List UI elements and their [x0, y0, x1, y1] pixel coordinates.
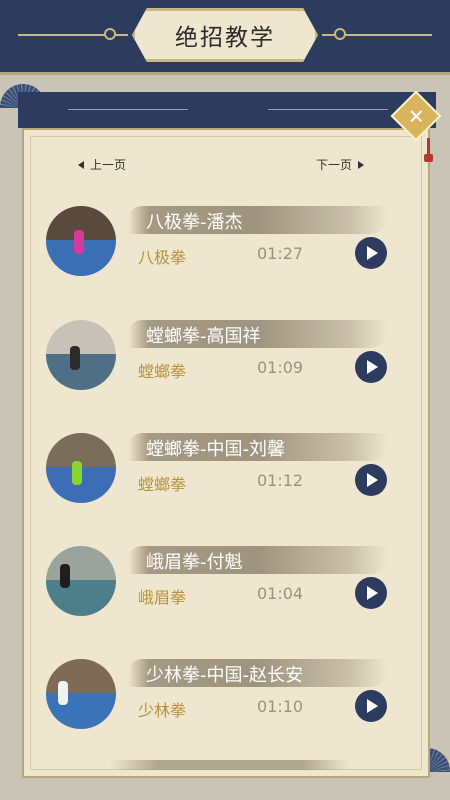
page-title: 绝招教学 — [175, 25, 275, 51]
video-category: 八极拳 — [138, 248, 187, 267]
title-plaque: 绝招教学 — [132, 8, 318, 62]
athlete-figure — [74, 230, 84, 254]
video-duration: 01:12 — [257, 471, 304, 490]
video-title: 螳螂拳-高国祥 — [146, 326, 261, 347]
video-thumbnail[interactable] — [46, 659, 116, 729]
video-thumbnail[interactable] — [46, 546, 116, 616]
prev-page-button[interactable]: 上一页 — [78, 156, 126, 173]
next-page-button[interactable]: 下一页 — [316, 156, 365, 173]
video-duration: 01:27 — [257, 244, 304, 263]
next-page-label: 下一页 — [316, 158, 353, 172]
video-thumbnail[interactable] — [46, 320, 116, 390]
video-thumbnail[interactable] — [46, 433, 116, 503]
bottom-brush-decoration — [110, 760, 350, 770]
play-icon — [367, 473, 378, 487]
thumbnail-background — [46, 546, 116, 580]
athlete-figure — [72, 461, 82, 485]
video-duration: 01:09 — [257, 358, 304, 377]
panel-header-band — [18, 92, 436, 128]
header-knob-left — [104, 28, 116, 40]
play-button[interactable] — [355, 577, 387, 609]
video-list-item: 峨眉拳-付魁 峨眉拳 01:04 — [46, 546, 396, 618]
triangle-left-icon — [78, 160, 84, 169]
thumbnail-floor — [46, 354, 116, 390]
play-icon — [367, 699, 378, 713]
video-title: 螳螂拳-中国-刘馨 — [146, 439, 285, 460]
play-button[interactable] — [355, 237, 387, 269]
play-button[interactable] — [355, 690, 387, 722]
athlete-figure — [58, 681, 68, 705]
tassel-decoration-end — [424, 154, 433, 162]
video-title: 八极拳-潘杰 — [146, 212, 243, 233]
video-category: 少林拳 — [138, 701, 187, 720]
athlete-figure — [60, 564, 70, 588]
video-category: 螳螂拳 — [138, 475, 187, 494]
prev-page-label: 上一页 — [90, 158, 127, 172]
thumbnail-background — [46, 659, 116, 693]
top-header: 绝招教学 — [0, 0, 450, 75]
header-knob-right — [334, 28, 346, 40]
play-icon — [367, 586, 378, 600]
video-list-item: 螳螂拳-高国祥 螳螂拳 01:09 — [46, 320, 396, 392]
triangle-right-icon — [358, 160, 365, 169]
play-button[interactable] — [355, 464, 387, 496]
thumbnail-background — [46, 320, 116, 354]
video-list-item: 少林拳-中国-赵长安 少林拳 01:10 — [46, 659, 396, 731]
video-category: 峨眉拳 — [138, 588, 187, 607]
video-title: 峨眉拳-付魁 — [146, 552, 243, 573]
video-thumbnail[interactable] — [46, 206, 116, 276]
play-button[interactable] — [355, 351, 387, 383]
video-title: 少林拳-中国-赵长安 — [146, 665, 303, 686]
thumbnail-floor — [46, 693, 116, 729]
video-category: 螳螂拳 — [138, 362, 187, 381]
close-x-icon: ✕ — [407, 103, 425, 128]
play-icon — [367, 360, 378, 374]
athlete-figure — [70, 346, 80, 370]
thumbnail-floor — [46, 580, 116, 616]
video-duration: 01:04 — [257, 584, 304, 603]
video-duration: 01:10 — [257, 697, 304, 716]
video-list-item: 螳螂拳-中国-刘馨 螳螂拳 01:12 — [46, 433, 396, 505]
play-icon — [367, 246, 378, 260]
video-list-item: 八极拳-潘杰 八极拳 01:27 — [46, 206, 396, 278]
